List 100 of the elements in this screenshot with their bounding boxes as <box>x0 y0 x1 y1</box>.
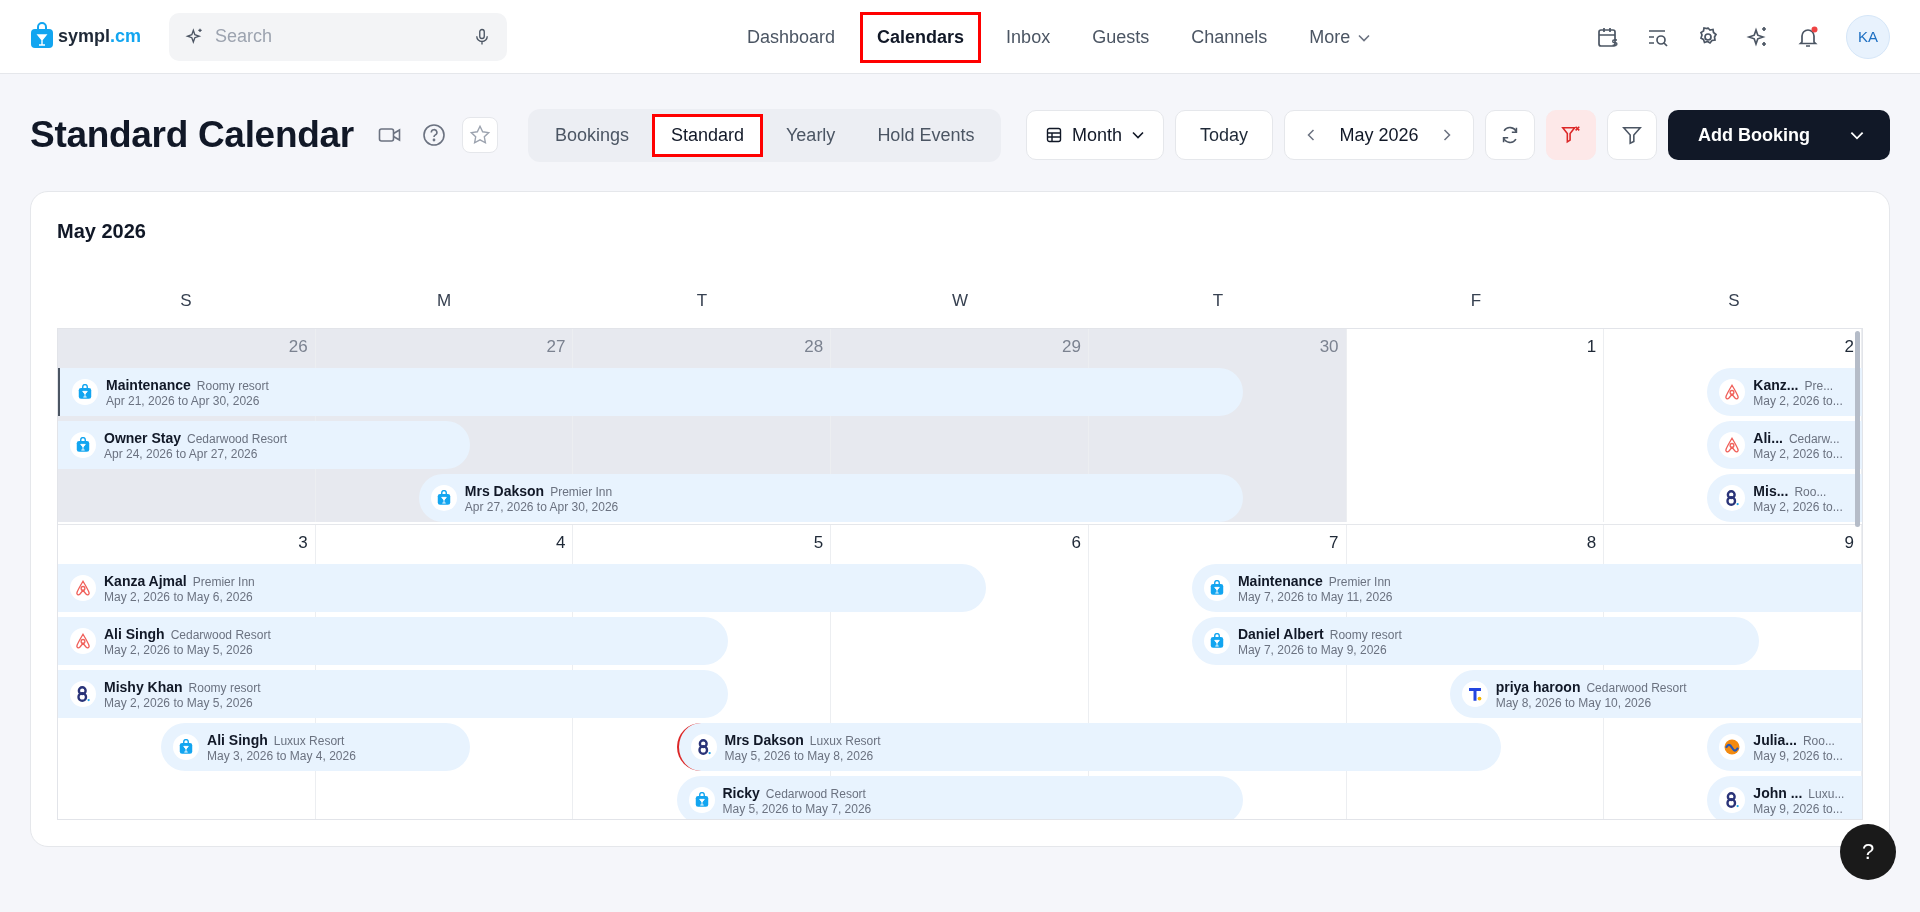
view-tab[interactable]: Yearly <box>767 113 855 157</box>
guest-name: Maintenance <box>1237 572 1323 589</box>
booking-bar[interactable]: Mishy Khan Roomy resort May 2, 2026 to May 5, 2026 <box>58 670 729 718</box>
nav-link[interactable]: Dashboard <box>730 12 853 63</box>
booking-bar[interactable]: Maintenance Premier Inn May 7, 2026 to May 11, 2026 <box>1191 564 1862 612</box>
weekday-header: M <box>435 291 453 311</box>
booking-bar[interactable]: Ali... Cedarw... May 2, 2026 to... <box>1707 421 1862 469</box>
booking-bar[interactable]: Julia... Roo... May 9, 2026 to... <box>1707 723 1862 771</box>
scrollbar[interactable] <box>1855 331 1860 527</box>
current-period: May 2026 <box>1339 124 1419 146</box>
brand-name: sympl.cm <box>58 26 142 47</box>
property-name: Roomy resort <box>196 378 269 393</box>
day-number[interactable]: 5 <box>813 533 824 553</box>
day-number[interactable]: 4 <box>555 533 566 553</box>
chevron-right-icon[interactable] <box>1442 129 1451 141</box>
booking-dates: May 7, 2026 to May 9, 2026 <box>1237 642 1388 657</box>
property-name: Roo... <box>1802 733 1835 748</box>
arch-logo-icon <box>74 632 92 650</box>
user-avatar[interactable]: KA <box>1846 14 1890 59</box>
nav-link[interactable]: Guests <box>1075 12 1167 63</box>
booking-bar[interactable]: Kanza Ajmal Premier Inn May 2, 2026 to May 6, 2026 <box>58 564 986 612</box>
view-dropdown[interactable]: Month <box>1026 110 1164 160</box>
weekday-header: F <box>1469 291 1483 311</box>
day-number[interactable]: 1 <box>1586 337 1597 357</box>
clear-filters-button[interactable] <box>1546 110 1596 160</box>
search-field[interactable]: Search <box>169 12 508 61</box>
property-name: Cedarw... <box>1788 431 1840 446</box>
guest-name: Kanza Ajmal <box>104 572 187 589</box>
weekday-header: T <box>1211 291 1225 311</box>
day-number[interactable]: 8 <box>1586 533 1597 553</box>
day-number[interactable]: 7 <box>1329 533 1339 553</box>
property-name: Roomy resort <box>188 680 261 695</box>
shopping-bag-icon <box>179 738 194 756</box>
booking-bar[interactable]: Owner Stay Cedarwood Resort Apr 24, 2026 to Apr 27, 2026 <box>58 421 471 469</box>
booking-dates: May 2, 2026 to... <box>1753 446 1843 461</box>
booking-dates: May 2, 2026 to... <box>1753 393 1843 408</box>
booking-bar[interactable]: priya haroon Cedarwood Resort May 8, 2026 to May 10, 2026 <box>1449 670 1862 718</box>
property-name: Roomy resort <box>1329 627 1402 642</box>
guest-name: Ricky <box>722 784 760 801</box>
grid-icon <box>1046 127 1062 143</box>
property-name: Premier Inn <box>192 574 255 589</box>
property-name: Roo... <box>1794 484 1827 499</box>
filter-button[interactable] <box>1607 110 1657 160</box>
guest-name: Mis... <box>1753 482 1789 499</box>
guest-name: Mrs Dakson <box>724 731 804 748</box>
booking-bar[interactable]: John ... Luxu... May 9, 2026 to... <box>1707 776 1862 819</box>
shopping-bag-icon <box>694 791 709 809</box>
view-label: Month <box>1072 124 1122 146</box>
chevron-left-icon[interactable] <box>1307 129 1316 141</box>
calendar-title: May 2026 <box>57 220 147 243</box>
booking-dates: May 2, 2026 to May 6, 2026 <box>104 589 254 604</box>
view-tab[interactable]: Bookings <box>535 113 648 157</box>
nav-link[interactable]: Inbox <box>989 12 1068 63</box>
double-ring-logo-icon <box>74 685 92 703</box>
today-button[interactable]: Today <box>1175 110 1273 160</box>
booking-bar[interactable]: Mrs Dakson Luxux Resort May 5, 2026 to May 8, 2026 <box>676 723 1502 771</box>
wave-circle-icon <box>1723 738 1742 756</box>
filter-clear-icon <box>1560 124 1582 146</box>
nav-link[interactable]: More <box>1292 12 1388 63</box>
chevron-down-icon <box>1850 130 1864 140</box>
shopping-bag-icon <box>436 489 451 507</box>
day-number[interactable]: 2 <box>1844 337 1854 357</box>
property-name: Cedarwood Resort <box>1586 680 1687 695</box>
booking-dates: May 2, 2026 to May 5, 2026 <box>104 642 254 657</box>
property-name: Premier Inn <box>550 484 613 499</box>
view-tab[interactable]: Standard <box>651 113 763 157</box>
nav-link[interactable]: Channels <box>1174 12 1285 63</box>
nav-link[interactable]: Calendars <box>860 12 982 63</box>
booking-bar[interactable]: Mis... Roo... May 2, 2026 to... <box>1707 474 1862 522</box>
view-tab[interactable]: Hold Events <box>858 113 994 157</box>
booking-dates: May 2, 2026 to May 5, 2026 <box>104 695 254 710</box>
refresh-button[interactable] <box>1485 110 1535 160</box>
video-camera-icon[interactable] <box>377 126 402 144</box>
page-title: Standard Calendar <box>30 114 354 156</box>
shopping-bag-icon <box>76 436 90 454</box>
day-number[interactable]: 9 <box>1844 533 1854 553</box>
add-booking-button[interactable]: Add Booking <box>1668 110 1890 160</box>
booking-bar[interactable]: Kanz... Pre... May 2, 2026 to... <box>1707 368 1862 416</box>
chevron-down-icon <box>1132 131 1144 139</box>
property-name: Cedarwood Resort <box>765 786 866 801</box>
double-ring-logo-icon <box>1723 489 1742 507</box>
booking-bar[interactable]: Ali Singh Cedarwood Resort May 2, 2026 to May 5, 2026 <box>58 617 729 665</box>
weekday-header: S <box>1727 291 1741 311</box>
day-number[interactable]: 3 <box>298 533 308 553</box>
bell-icon[interactable] <box>1796 24 1820 49</box>
help-button[interactable]: ? <box>1840 824 1896 880</box>
arch-logo-icon <box>1723 436 1742 454</box>
booking-bar[interactable]: Mrs Dakson Premier Inn Apr 27, 2026 to Apr 30, 2026 <box>418 474 1244 522</box>
booking-dates: May 9, 2026 to... <box>1753 748 1843 763</box>
guest-name: Ali... <box>1753 429 1783 446</box>
filter-icon <box>1621 124 1643 146</box>
help-icon[interactable] <box>421 123 446 147</box>
guest-name: Maintenance <box>106 376 191 393</box>
favorite-button[interactable] <box>461 117 498 153</box>
booking-bar[interactable]: Maintenance Roomy resort Apr 21, 2026 to Apr 30, 2026 <box>58 368 1244 416</box>
booking-dates: May 9, 2026 to... <box>1753 801 1844 816</box>
day-number[interactable]: 6 <box>1071 533 1081 553</box>
booking-bar[interactable]: Ricky Cedarwood Resort May 5, 2026 to May 7, 2026 <box>676 776 1244 819</box>
booking-bar[interactable]: Daniel Albert Roomy resort May 7, 2026 to May 9, 2026 <box>1191 617 1759 665</box>
booking-bar[interactable]: Ali Singh Luxux Resort May 3, 2026 to May 4, 2026 <box>161 723 471 771</box>
